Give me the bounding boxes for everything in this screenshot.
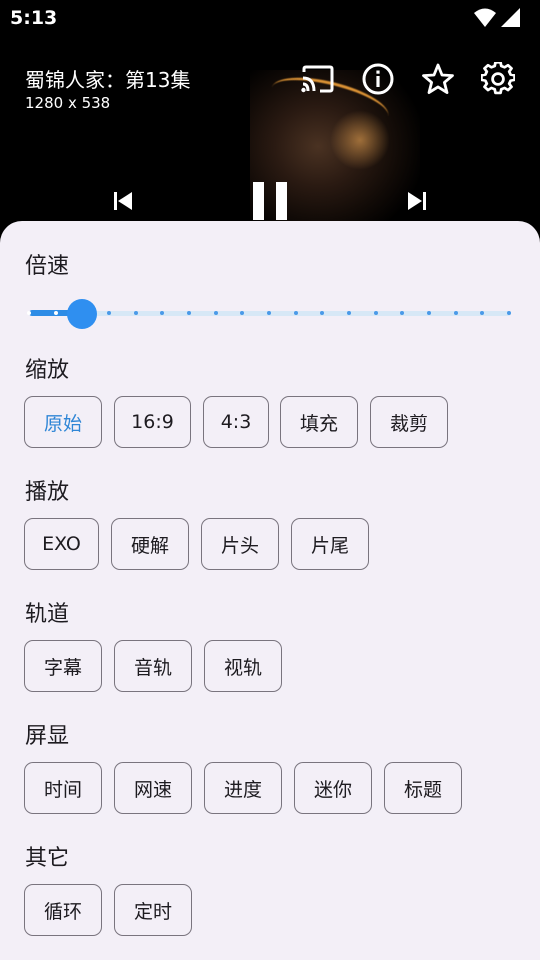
speed-slider-tick bbox=[213, 311, 218, 315]
speed-slider[interactable] bbox=[25, 299, 515, 329]
status-bar: 5:13 bbox=[0, 0, 540, 36]
status-time: 5:13 bbox=[10, 7, 58, 29]
playback-option-outro[interactable]: 片尾 bbox=[291, 518, 369, 570]
skip-previous-icon[interactable] bbox=[110, 188, 136, 214]
skip-next-icon[interactable] bbox=[404, 188, 430, 214]
scale-option-original[interactable]: 原始 bbox=[24, 396, 102, 448]
speed-slider-tick bbox=[267, 311, 271, 315]
speed-slider-tick bbox=[187, 311, 191, 315]
cast-icon[interactable] bbox=[299, 60, 337, 98]
scale-option-16-9[interactable]: 16:9 bbox=[114, 396, 191, 448]
track-option-audio[interactable]: 音轨 bbox=[114, 640, 192, 692]
video-resolution: 1280 x 538 bbox=[25, 94, 111, 112]
other-title: 其它 bbox=[25, 846, 70, 871]
video-title: 蜀锦人家：第13集 bbox=[25, 68, 191, 92]
playback-option-hw-decode[interactable]: 硬解 bbox=[111, 518, 189, 570]
tracks-title: 轨道 bbox=[25, 602, 70, 627]
display-option-title[interactable]: 标题 bbox=[384, 762, 462, 814]
speed-slider-tick bbox=[107, 311, 111, 315]
settings-sheet: 倍速 缩放 原始 16:9 4:3 填充 裁剪 播放 EXO 硬解 片头 片尾 … bbox=[0, 221, 540, 960]
speed-slider-thumb[interactable] bbox=[67, 299, 97, 329]
display-option-progress[interactable]: 进度 bbox=[204, 762, 282, 814]
speed-slider-tick bbox=[53, 311, 58, 315]
scale-option-4-3[interactable]: 4:3 bbox=[203, 396, 269, 448]
speed-slider-tick bbox=[507, 311, 511, 315]
info-icon[interactable] bbox=[359, 60, 397, 98]
display-option-mini[interactable]: 迷你 bbox=[294, 762, 372, 814]
speed-slider-tick bbox=[427, 311, 431, 315]
video-glow bbox=[330, 110, 390, 170]
speed-title: 倍速 bbox=[25, 254, 70, 279]
scale-option-fill[interactable]: 填充 bbox=[280, 396, 358, 448]
display-option-net-speed[interactable]: 网速 bbox=[114, 762, 192, 814]
track-option-subtitle[interactable]: 字幕 bbox=[24, 640, 102, 692]
player-screen: 5:13 蜀锦人家：第13集 1280 x 538 倍速 缩放 原始 16:9 … bbox=[0, 0, 540, 960]
other-option-timer[interactable]: 定时 bbox=[114, 884, 192, 936]
scale-title: 缩放 bbox=[25, 358, 70, 383]
video-surface[interactable]: 5:13 蜀锦人家：第13集 1280 x 538 bbox=[0, 0, 540, 240]
speed-slider-tick bbox=[133, 311, 138, 315]
other-option-loop[interactable]: 循环 bbox=[24, 884, 102, 936]
pause-icon[interactable] bbox=[246, 178, 294, 224]
speed-slider-tick bbox=[373, 311, 378, 315]
track-option-video[interactable]: 视轨 bbox=[204, 640, 282, 692]
speed-slider-tick bbox=[347, 311, 351, 315]
speed-slider-tick bbox=[453, 311, 458, 315]
speed-slider-tick bbox=[293, 311, 298, 315]
wifi-icon bbox=[474, 8, 496, 32]
signal-icon bbox=[500, 8, 520, 32]
playback-option-exo[interactable]: EXO bbox=[24, 518, 99, 570]
gear-icon[interactable] bbox=[479, 60, 517, 98]
display-title: 屏显 bbox=[25, 724, 70, 749]
scale-option-crop[interactable]: 裁剪 bbox=[370, 396, 448, 448]
display-option-time[interactable]: 时间 bbox=[24, 762, 102, 814]
playback-title: 播放 bbox=[25, 480, 70, 505]
speed-slider-tick bbox=[27, 311, 31, 315]
star-icon[interactable] bbox=[419, 60, 457, 98]
playback-option-intro[interactable]: 片头 bbox=[201, 518, 279, 570]
